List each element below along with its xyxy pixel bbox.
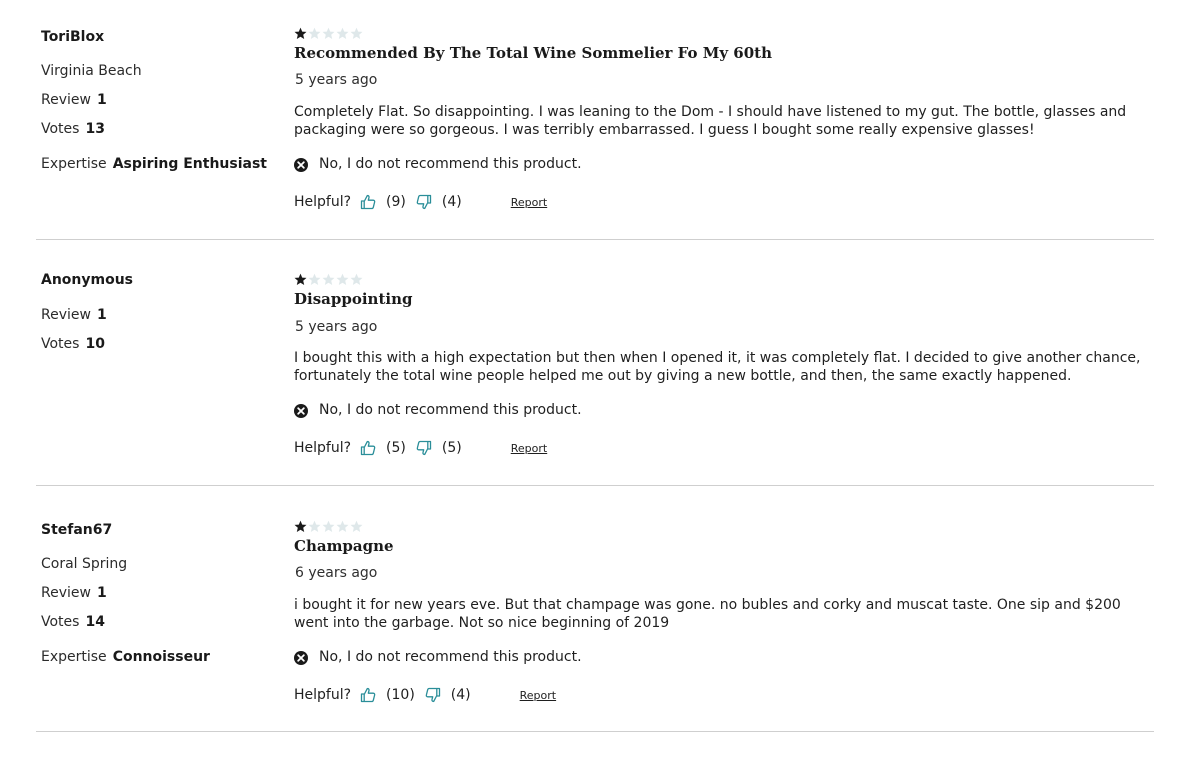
thumbs-down-icon[interactable] <box>415 193 433 211</box>
reviewer-name: Stefan67 <box>41 522 113 538</box>
helpful-yes-count[interactable]: (10) <box>386 687 415 703</box>
helpful-label: Helpful? <box>294 687 352 703</box>
star-filled-icon <box>294 520 307 532</box>
reviewer-location: Coral Spring <box>41 556 128 572</box>
reviewer-votes: Votes 10 <box>41 336 105 352</box>
review-title: Disappointing <box>294 290 413 308</box>
star-empty-icon <box>322 273 335 285</box>
recommendation: No, I do not recommend this product. <box>294 155 582 173</box>
review-count-value: 1 <box>96 585 107 601</box>
expertise-label: Expertise <box>41 649 107 665</box>
helpful-label: Helpful? <box>294 440 352 456</box>
helpful-bar: Helpful? (9) (4) Report <box>294 192 547 212</box>
thumbs-up-icon[interactable] <box>359 439 377 457</box>
star-empty-icon <box>308 273 321 285</box>
thumbs-up-icon[interactable] <box>359 686 377 704</box>
review-title: Recommended By The Total Wine Sommelier … <box>294 44 772 62</box>
star-empty-icon <box>308 27 321 39</box>
helpful-bar: Helpful? (5) (5) Report <box>294 438 547 458</box>
star-filled-icon <box>294 27 307 39</box>
reviewer-expertise: Expertise Aspiring Enthusiast <box>41 156 267 172</box>
reviewer-name: ToriBlox <box>41 29 105 45</box>
helpful-label: Helpful? <box>294 194 352 210</box>
thumbs-up-icon[interactable] <box>359 193 377 211</box>
review-date: 5 years ago <box>295 72 378 88</box>
thumbs-down-icon[interactable] <box>415 439 433 457</box>
star-empty-icon <box>336 520 349 532</box>
report-link[interactable]: Report <box>520 689 556 702</box>
review-title: Champagne <box>294 537 394 555</box>
thumbs-down-icon[interactable] <box>424 686 442 704</box>
helpful-no-count[interactable]: (5) <box>442 440 462 456</box>
star-empty-icon <box>350 273 363 285</box>
votes-label: Votes <box>41 121 80 137</box>
reviewer-name: Anonymous <box>41 272 134 288</box>
review-date: 6 years ago <box>295 565 378 581</box>
expertise-value: Aspiring Enthusiast <box>112 156 268 172</box>
star-empty-icon <box>308 520 321 532</box>
star-rating <box>294 27 363 41</box>
star-empty-icon <box>322 27 335 39</box>
star-filled-icon <box>294 273 307 285</box>
reviewer-review-count: Review 1 <box>41 92 107 108</box>
report-link[interactable]: Report <box>511 196 547 209</box>
review-divider <box>36 485 1154 486</box>
votes-label: Votes <box>41 336 80 352</box>
reviewer-votes: Votes 14 <box>41 614 105 630</box>
review-body: i bought it for new years eve. But that … <box>294 597 1121 631</box>
review-body: Completely Flat. So disappointing. I was… <box>294 104 1127 138</box>
helpful-no-count[interactable]: (4) <box>442 194 462 210</box>
recommendation: No, I do not recommend this product. <box>294 648 582 666</box>
star-empty-icon <box>350 520 363 532</box>
reviewer-expertise: Expertise Connoisseur <box>41 649 210 665</box>
expertise-value: Connoisseur <box>112 649 210 665</box>
reviewer-review-count: Review 1 <box>41 307 107 323</box>
helpful-bar: Helpful? (10) (4) Report <box>294 685 556 705</box>
votes-value: 13 <box>85 121 105 137</box>
expertise-label: Expertise <box>41 156 107 172</box>
votes-value: 10 <box>85 336 105 352</box>
review-count-value: 1 <box>96 307 107 323</box>
report-link[interactable]: Report <box>511 442 547 455</box>
review-count-label: Review <box>41 585 91 601</box>
not-recommend-icon <box>294 650 308 665</box>
helpful-yes-count[interactable]: (9) <box>386 194 406 210</box>
recommendation-text: No, I do not recommend this product. <box>319 402 582 418</box>
helpful-yes-count[interactable]: (5) <box>386 440 406 456</box>
review-date: 5 years ago <box>295 319 378 335</box>
star-rating <box>294 520 363 534</box>
votes-value: 14 <box>85 614 105 630</box>
helpful-no-count[interactable]: (4) <box>451 687 471 703</box>
recommendation-text: No, I do not recommend this product. <box>319 156 582 172</box>
not-recommend-icon <box>294 403 308 418</box>
review-count-value: 1 <box>96 92 107 108</box>
star-empty-icon <box>336 27 349 39</box>
review-body: I bought this with a high expectation bu… <box>294 350 1141 384</box>
recommendation: No, I do not recommend this product. <box>294 401 582 419</box>
reviewer-location: Virginia Beach <box>41 63 142 79</box>
review-divider <box>36 239 1154 240</box>
review-divider <box>36 731 1154 732</box>
star-empty-icon <box>322 520 335 532</box>
reviewer-review-count: Review 1 <box>41 585 107 601</box>
not-recommend-icon <box>294 157 308 172</box>
star-empty-icon <box>336 273 349 285</box>
star-empty-icon <box>350 27 363 39</box>
review-count-label: Review <box>41 307 91 323</box>
review-count-label: Review <box>41 92 91 108</box>
star-rating <box>294 273 363 287</box>
reviewer-votes: Votes 13 <box>41 121 105 137</box>
recommendation-text: No, I do not recommend this product. <box>319 649 582 665</box>
votes-label: Votes <box>41 614 80 630</box>
